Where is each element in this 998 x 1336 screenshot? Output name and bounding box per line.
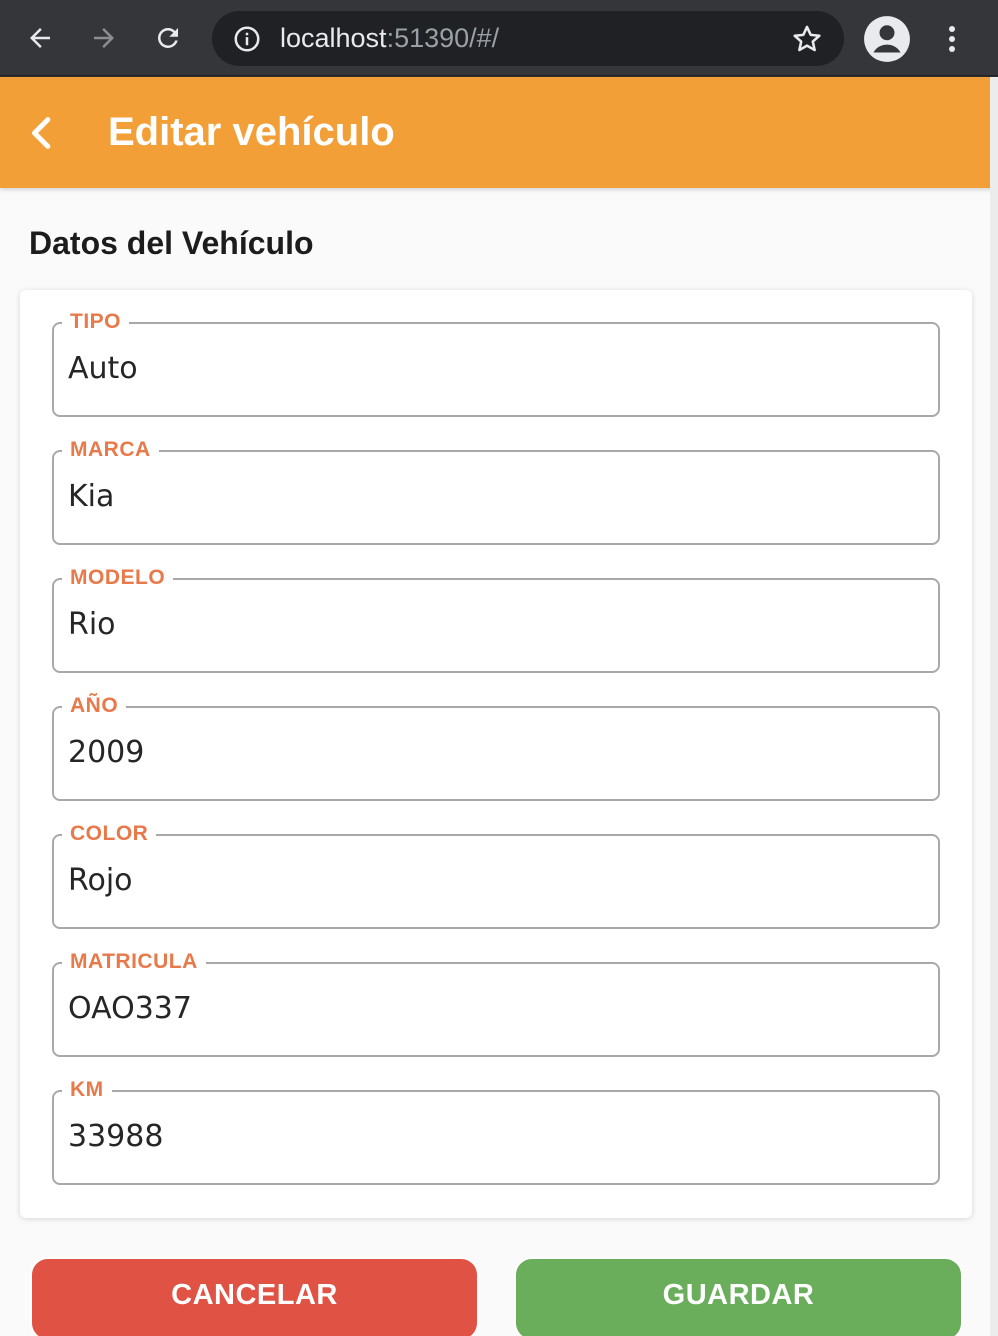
km-input[interactable]	[68, 1118, 918, 1156]
section-title: Datos del Vehículo	[29, 225, 314, 261]
anio-input[interactable]	[68, 734, 918, 772]
app-screen: Editar vehículo Datos del Vehículo TIPO …	[0, 77, 998, 1336]
color-field[interactable]: COLOR	[52, 821, 940, 929]
field-label: MATRICULA	[62, 949, 206, 975]
reload-icon[interactable]	[144, 14, 192, 62]
forward-arrow-icon[interactable]	[80, 14, 128, 62]
star-icon[interactable]	[790, 22, 824, 56]
marca-field[interactable]: MARCA	[52, 437, 940, 545]
field-label: TIPO	[62, 309, 130, 335]
tipo-input[interactable]	[68, 350, 918, 388]
browser-toolbar: localhost:51390/#/	[0, 0, 998, 76]
field-label: MARCA	[62, 437, 159, 463]
address-bar[interactable]: localhost:51390/#/	[212, 11, 844, 66]
marca-input[interactable]	[68, 478, 918, 516]
field-label: AÑO	[62, 693, 127, 719]
color-input[interactable]	[68, 862, 918, 900]
url-host: localhost	[280, 23, 387, 53]
modelo-field[interactable]: MODELO	[52, 565, 940, 673]
chevron-left-icon[interactable]	[16, 105, 68, 161]
kebab-menu-icon[interactable]	[930, 14, 974, 64]
app-bar: Editar vehículo	[0, 77, 998, 188]
field-label: KM	[62, 1077, 112, 1103]
save-button[interactable]: GUARDAR	[514, 1257, 963, 1336]
page-title: Editar vehículo	[108, 110, 395, 154]
account-icon[interactable]	[862, 14, 912, 64]
matricula-field[interactable]: MATRICULA	[52, 949, 940, 1057]
scrollbar-track[interactable]	[990, 77, 998, 1336]
vehicle-form-card: TIPO MARCA MODELO AÑO COLOR MATRICULA KM	[20, 290, 972, 1218]
field-label: MODELO	[62, 565, 174, 591]
tipo-field[interactable]: TIPO	[52, 309, 940, 417]
info-icon[interactable]	[232, 24, 262, 54]
anio-field[interactable]: AÑO	[52, 693, 940, 801]
back-arrow-icon[interactable]	[16, 14, 64, 62]
url-text[interactable]: localhost:51390/#/	[280, 21, 499, 55]
url-rest: :51390/#/	[386, 23, 500, 53]
matricula-input[interactable]	[68, 990, 918, 1028]
km-field[interactable]: KM	[52, 1077, 940, 1185]
field-label: COLOR	[62, 821, 157, 847]
modelo-input[interactable]	[68, 606, 918, 644]
cancel-button[interactable]: CANCELAR	[30, 1257, 479, 1336]
